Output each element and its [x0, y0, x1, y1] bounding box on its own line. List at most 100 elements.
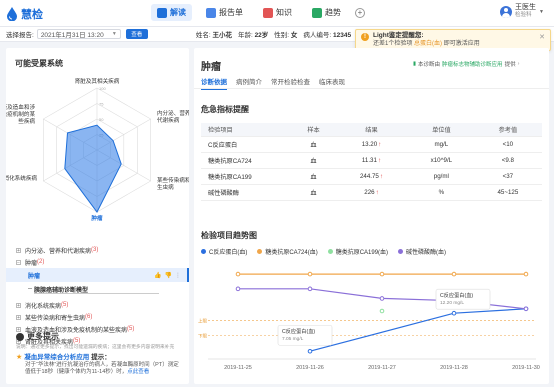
report-date-select[interactable]: 2021年1月31日 13:20 ▼ — [36, 29, 121, 39]
col-item: 检验项目 — [201, 123, 294, 137]
data-point — [451, 310, 457, 316]
tab-trend[interactable]: 趋势 — [306, 4, 347, 21]
source-suffix: 提供 — [504, 62, 516, 68]
knowledge-icon — [263, 7, 273, 18]
trend-chart: 上限下限 2019-11-25 2019-11-26 2019-11-27 2019-1… — [198, 271, 540, 371]
query-label: 查看 — [131, 32, 143, 38]
tip-more-link[interactable]: 点此查看 — [127, 369, 149, 375]
more-icon[interactable]: ⋮ — [175, 272, 181, 279]
logo-drop-icon — [7, 7, 17, 21]
tab-knowledge[interactable]: 知识 — [257, 4, 298, 21]
warning-icon: ! — [361, 33, 369, 41]
trend-icon — [312, 7, 322, 18]
cell-unit: pg/ml — [408, 168, 474, 185]
patient-sex-label: 性别: — [274, 32, 290, 39]
tab-interpret[interactable]: 解读 — [151, 4, 192, 21]
toast-text-prefix: 还差 — [373, 41, 386, 47]
table-row: 糖类抗原CA199 血 244.75↑ pg/ml <37 — [201, 168, 542, 185]
expand-icon[interactable]: + — [16, 302, 21, 308]
data-point — [523, 306, 529, 312]
date-value: 2021年1月31日 13:20 — [40, 32, 104, 39]
tooltip-value: 12.20 mg/L — [440, 300, 464, 306]
toast-missing-item[interactable]: 总蛋白(血) — [414, 41, 442, 47]
toast-text-mid: 个检验项 — [388, 41, 413, 47]
app-name: 慧检 — [21, 9, 43, 21]
tip-title[interactable]: 凝血异常综合分析应用 — [24, 354, 89, 362]
cell-ref: <10 — [473, 136, 542, 153]
interpret-icon — [157, 7, 167, 18]
cell-sample: 血 — [293, 184, 334, 201]
add-tab-button[interactable]: + — [355, 7, 365, 18]
cell-unit: x10^9/L — [408, 152, 474, 169]
tip-text: 对于“华法林”进行抗凝治疗的病人，若凝血酶原时间（PT）测定值低于18秒（健康个… — [25, 361, 179, 376]
feedback-actions: 👍 👎 ⋮ — [154, 272, 181, 279]
cell-item: 碱性磷酸酶 — [201, 184, 294, 201]
app-logo[interactable]: 慧检 — [6, 6, 43, 22]
tree-item[interactable]: − 肿瘤 (2) — [6, 256, 189, 268]
patient-name-label: 姓名: — [195, 32, 211, 39]
more-tips-subtitle: 说明：通过更多提示，找出可能遗漏的疾病；这里会有更多内容说明来补充 — [16, 345, 175, 350]
patient-name-field: 姓名: 王小花 — [196, 29, 232, 39]
x-tick-label: 2019-11-28 — [440, 365, 468, 371]
toast-title: Light鉴定提醒您: — [373, 32, 424, 39]
radar-axis-label: 某些传染病和寄 — [157, 176, 189, 184]
diagnosis-source: ▮ 本诊断由 肿瘤标志物辅助诊断应用 提供 › — [413, 60, 519, 68]
cell-result: 226↑ — [333, 184, 409, 201]
cell-unit: % — [408, 184, 474, 201]
tree-item-selected[interactable]: 肿瘤 👍 👎 ⋮ — [6, 268, 189, 282]
data-point — [379, 308, 385, 314]
chevron-right-icon[interactable]: › — [518, 61, 520, 67]
panel-title: 可能受累系统 — [15, 59, 63, 68]
tab-report-label: 报告单 — [219, 8, 243, 17]
query-button[interactable]: 查看 — [125, 29, 148, 39]
tree-item[interactable]: + 内分泌、营养和代谢疾病 (3) — [6, 244, 189, 256]
tree-item[interactable]: + 某些传染病和寄生虫病 (6) — [6, 311, 189, 323]
tab-interpret-label: 解读 — [170, 8, 186, 17]
tree-subitem[interactable]: 胰腺癌辅助诊断模型 — [6, 282, 189, 296]
radar-axis-label: 肿瘤 — [91, 214, 103, 222]
patient-age-field: 年龄: 22岁 — [238, 29, 268, 39]
cell-ref: <9.8 — [473, 152, 542, 169]
collapse-icon[interactable]: − — [16, 259, 21, 265]
user-name: 王医生 — [515, 4, 536, 11]
patient-sex: 女 — [290, 32, 298, 39]
cell-item: 糖类抗原CA724 — [201, 152, 294, 169]
tree-item-count: (5) — [127, 326, 135, 332]
user-menu[interactable]: 王医生 检验科 ▼ — [500, 4, 544, 19]
source-app-link[interactable]: 肿瘤标志物辅助诊断应用 — [442, 60, 503, 68]
close-icon[interactable]: ✕ — [539, 33, 545, 41]
tree-item-label: 肿瘤 — [25, 260, 38, 267]
radar-axis-label: 消化系统疾病 — [6, 174, 37, 182]
patient-id-field: 病人编号: 12345 — [303, 29, 351, 39]
data-point — [451, 271, 457, 277]
toast-text-suffix: 即可激活应用 — [443, 41, 480, 47]
tab-report[interactable]: 报告单 — [200, 4, 249, 21]
radar-area — [64, 124, 122, 213]
danger-table: 检验项目 样本 结果 单位值 参考值 C反应蛋白 血 13.20↑ mg/L <… — [201, 123, 542, 201]
top-bar: 慧检 解读 报告单 知识 趋势 + 王医生 检验科 ▼ — [0, 0, 554, 27]
tooltip-title: C反应蛋白(血) — [440, 291, 473, 299]
data-point — [523, 271, 529, 277]
expand-icon[interactable]: + — [16, 314, 21, 320]
col-ref: 参考值 — [473, 123, 542, 137]
legend-dot — [398, 249, 404, 254]
cell-item: C反应蛋白 — [201, 136, 294, 153]
thumbs-up-icon[interactable]: 👍 — [154, 272, 161, 279]
expand-icon[interactable]: + — [16, 247, 21, 253]
tree-item[interactable]: + 消化系统疾病 (5) — [6, 299, 189, 311]
radar-axis-label: 及免疫机制的某 — [6, 110, 35, 118]
radar-tick-label: 75 — [99, 102, 104, 107]
thumbs-down-icon[interactable]: 👎 — [165, 272, 172, 279]
patient-id-label: 病人编号: — [303, 32, 332, 39]
tip-title-suffix: 提示： — [91, 354, 111, 361]
radar-axis-label: 代谢疾病 — [157, 116, 180, 124]
result-value: 226 — [364, 188, 375, 196]
table-row: C反应蛋白 血 13.20↑ mg/L <10 — [201, 136, 542, 153]
cell-ref: 45~125 — [473, 184, 542, 201]
tooltip-value: 7.05 mg/L — [282, 336, 304, 342]
patient-info: 姓名: 王小花 年龄: 22岁 性别: 女 病人编号: 12345 — [196, 29, 351, 39]
result-value: 13.20 — [361, 140, 378, 148]
table-row: 碱性磷酸酶 血 226↑ % 45~125 — [201, 184, 542, 201]
cell-sample: 血 — [293, 152, 334, 169]
data-point — [235, 286, 241, 292]
